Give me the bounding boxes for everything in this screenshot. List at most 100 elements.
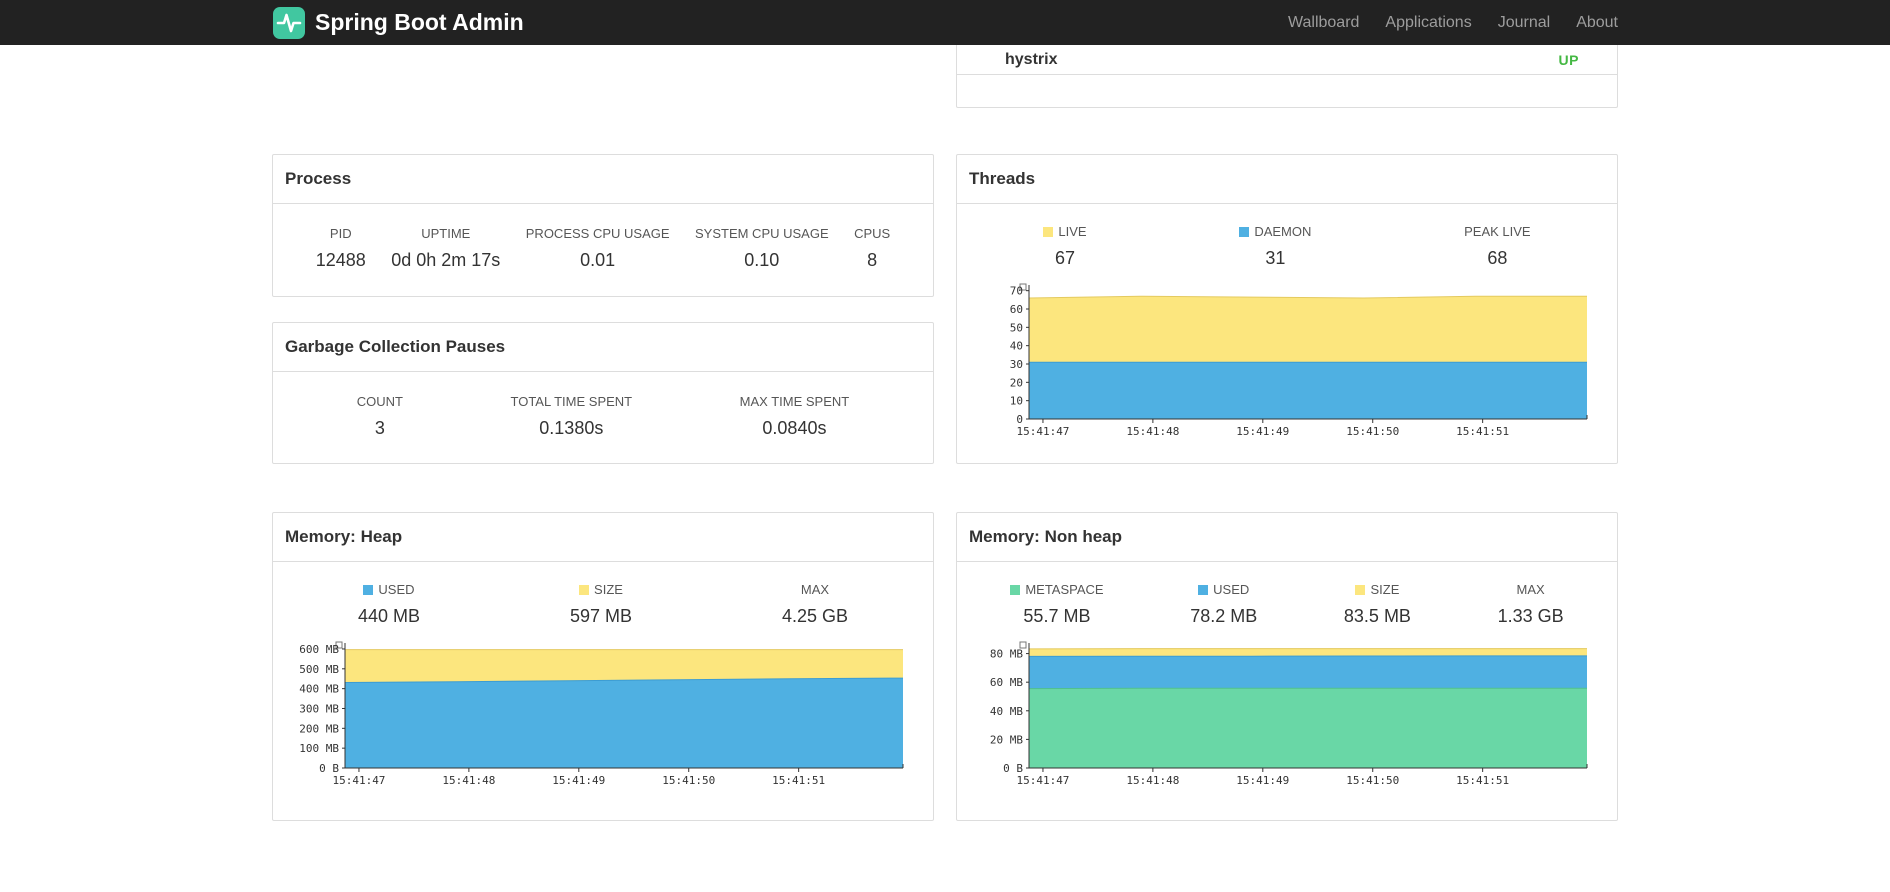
nonheap-metrics: METASPACE 55.7 MB USED 78.2 MB SIZE 83.5 MB MA… xyxy=(957,562,1617,627)
legend-swatch xyxy=(1355,584,1366,595)
metric-value: 1.33 GB xyxy=(1497,606,1564,626)
page: Spring Boot Admin Wallboard Applications J… xyxy=(0,0,1890,892)
stat-value: 0.01 xyxy=(580,250,616,270)
metric-label: SIZE xyxy=(570,582,632,597)
metric-label-text: METASPACE xyxy=(1025,582,1104,597)
metric: LIVE 67 xyxy=(1043,224,1087,269)
left-column: Process PID 12488 UPTIME 0d 0h 2m 17s PROCES… xyxy=(272,45,934,821)
legend-swatch xyxy=(1239,226,1250,237)
svg-text:15:41:49: 15:41:49 xyxy=(1236,774,1289,787)
heap-metrics: USED 440 MB SIZE 597 MB MAX 4.25 GB xyxy=(273,562,933,627)
svg-text:15:41:50: 15:41:50 xyxy=(1346,425,1399,438)
metric-label: MAX xyxy=(1498,582,1564,597)
metric-label-text: MAX xyxy=(800,582,830,597)
metric-label: USED xyxy=(358,582,420,597)
nav-link-applications[interactable]: Applications xyxy=(1372,14,1484,32)
legend-swatch xyxy=(1010,584,1021,595)
heap-chart-wrap: 600 MB 500 MB 400 MB 300 MB 200 MB 100 MB 0 B1… xyxy=(273,639,933,790)
metric: MAX 1.33 GB xyxy=(1498,582,1564,627)
metric-label: DAEMON xyxy=(1239,224,1311,239)
svg-text:50: 50 xyxy=(1010,321,1023,334)
svg-text:300 MB: 300 MB xyxy=(299,702,339,715)
nav-links: Wallboard Applications Journal About xyxy=(1275,14,1618,32)
metric-value: 78.2 MB xyxy=(1190,606,1258,626)
stat: TOTAL TIME SPENT 0.1380s xyxy=(511,394,633,439)
panel-threads: Threads LIVE 67 DAEMON 31 PEAK LIVE 68 70 60 50… xyxy=(956,154,1618,464)
stat: MAX TIME SPENT 0.0840s xyxy=(740,394,850,439)
metric-label-text: SIZE xyxy=(594,582,623,597)
svg-text:15:41:47: 15:41:47 xyxy=(1016,425,1069,438)
stat-value: 0.10 xyxy=(744,250,780,270)
gc-stats: COUNT 3 TOTAL TIME SPENT 0.1380s MAX TIME SP… xyxy=(273,372,933,439)
metric: USED 440 MB xyxy=(358,582,420,627)
stat: PROCESS CPU USAGE 0.01 xyxy=(526,226,670,271)
stat-value: 12488 xyxy=(315,250,366,270)
metric: PEAK LIVE 68 xyxy=(1464,224,1530,269)
health-row-hystrix[interactable]: hystrix UP xyxy=(957,45,1617,75)
metric-value: 68 xyxy=(1487,248,1508,268)
metric-value: 83.5 MB xyxy=(1343,606,1411,626)
svg-text:400 MB: 400 MB xyxy=(299,683,339,696)
threads-area-chart: 70605040302010015:41:47 15:41:48 15:41:49 1… xyxy=(1010,283,1588,438)
stat: UPTIME 0d 0h 2m 17s xyxy=(391,226,500,271)
svg-text:15:41:50: 15:41:50 xyxy=(662,774,715,787)
navbar-inner: Spring Boot Admin Wallboard Applications J… xyxy=(272,0,1618,45)
metric-label: LIVE xyxy=(1043,224,1087,239)
svg-text:20 MB: 20 MB xyxy=(990,733,1023,746)
metric-label: SIZE xyxy=(1344,582,1411,597)
svg-text:70: 70 xyxy=(1010,285,1023,298)
stat-label: PROCESS CPU USAGE xyxy=(525,226,670,241)
stat: PID 12488 xyxy=(316,226,366,271)
metric-value: 597 MB xyxy=(569,606,633,626)
heap-area-chart: 600 MB500 MB400 MB300 MB200 MB100 MB0 B1… xyxy=(299,641,904,787)
nonheap-chart-wrap: 80 MB 60 MB 40 MB 20 MB 0 B 15:41:47 15:41:48 1… xyxy=(957,639,1617,790)
svg-text:40: 40 xyxy=(1010,340,1023,353)
svg-text:15:41:49: 15:41:49 xyxy=(552,774,605,787)
metric-label: USED xyxy=(1190,582,1257,597)
svg-text:15:41:47: 15:41:47 xyxy=(332,774,385,787)
stat-label: TOTAL TIME SPENT xyxy=(510,394,633,409)
svg-text:60 MB: 60 MB xyxy=(990,676,1023,689)
svg-text:60: 60 xyxy=(1010,303,1023,316)
svg-text:40 MB: 40 MB xyxy=(990,705,1023,718)
nav-link-about[interactable]: About xyxy=(1563,14,1618,32)
svg-text:100 MB: 100 MB xyxy=(299,742,339,755)
svg-text:15:41:51: 15:41:51 xyxy=(1456,425,1509,438)
svg-text:15:41:50: 15:41:50 xyxy=(1346,774,1399,787)
health-item-name: hystrix xyxy=(1005,50,1058,68)
stat-value: 8 xyxy=(867,250,878,270)
svg-text:600 MB: 600 MB xyxy=(299,643,339,656)
panel-nonheap-title: Memory: Non heap xyxy=(957,513,1617,562)
legend-swatch xyxy=(1198,584,1209,595)
panel-process: Process PID 12488 UPTIME 0d 0h 2m 17s PROCES… xyxy=(272,154,934,297)
metric-value: 67 xyxy=(1054,248,1075,268)
panel-threads-title: Threads xyxy=(957,155,1617,204)
legend-swatch xyxy=(1043,226,1054,237)
metric: MAX 4.25 GB xyxy=(782,582,848,627)
stat-value: 0.0840s xyxy=(762,418,827,438)
metric-label: MAX xyxy=(782,582,848,597)
main-content: Process PID 12488 UPTIME 0d 0h 2m 17s PROCES… xyxy=(272,45,1618,821)
metric-label: METASPACE xyxy=(1010,582,1104,597)
svg-text:15:41:47: 15:41:47 xyxy=(1016,774,1069,787)
panel-memory-nonheap: Memory: Non heap METASPACE 55.7 MB USED 78.… xyxy=(956,512,1618,821)
navbar: Spring Boot Admin Wallboard Applications J… xyxy=(0,0,1890,45)
nav-link-journal[interactable]: Journal xyxy=(1485,14,1563,32)
metric-label-text: DAEMON xyxy=(1254,224,1312,239)
brand-title: Spring Boot Admin xyxy=(315,9,524,35)
metric-value: 440 MB xyxy=(357,606,421,626)
panel-process-title: Process xyxy=(273,155,933,204)
nav-link-wallboard[interactable]: Wallboard xyxy=(1275,14,1372,32)
svg-text:15:41:48: 15:41:48 xyxy=(1126,425,1179,438)
metric: SIZE 597 MB xyxy=(570,582,632,627)
svg-text:15:41:51: 15:41:51 xyxy=(1456,774,1509,787)
svg-text:500 MB: 500 MB xyxy=(299,663,339,676)
process-stats: PID 12488 UPTIME 0d 0h 2m 17s PROCESS CPU US… xyxy=(273,204,933,271)
legend-swatch xyxy=(579,584,590,595)
metric-label-text: LIVE xyxy=(1058,224,1087,239)
stat: SYSTEM CPU USAGE 0.10 xyxy=(695,226,829,271)
brand-link[interactable]: Spring Boot Admin xyxy=(272,6,524,40)
svg-text:20: 20 xyxy=(1010,376,1023,389)
stat: COUNT 3 xyxy=(357,394,403,439)
svg-text:15:41:49: 15:41:49 xyxy=(1236,425,1289,438)
